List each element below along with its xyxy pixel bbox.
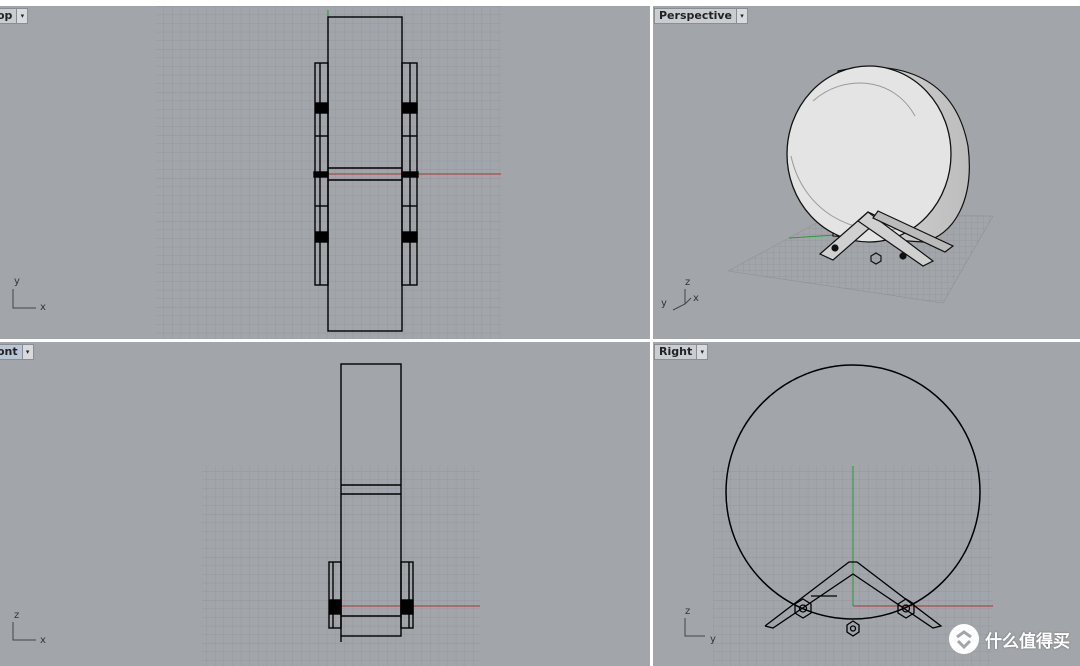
front-view-canvas: z x — [12, 363, 480, 666]
viewport-title: ont — [0, 345, 18, 358]
logo-icon — [949, 624, 979, 654]
site-watermark: 什么值得买 — [949, 624, 1070, 654]
perspective-view-canvas: z y x — [661, 65, 994, 311]
gnomon-y-label: y — [710, 634, 716, 645]
viewport-tab-right[interactable]: Right ▾ — [654, 344, 709, 360]
gnomon-z-label: z — [14, 610, 19, 621]
gnomon-x-label: x — [693, 293, 699, 304]
gnomon-z-label: z — [685, 277, 690, 288]
perspective-viewport[interactable]: z y x Perspective ▾ — [653, 6, 1080, 339]
top-axis-gnomon — [12, 289, 36, 309]
front-axis-gnomon — [12, 622, 36, 641]
gnomon-x-label: x — [40, 635, 46, 646]
viewport-tab-top[interactable]: op ▾ — [0, 8, 29, 24]
chevron-down-icon[interactable]: ▾ — [736, 9, 748, 23]
viewport-title: Perspective — [659, 9, 733, 22]
gnomon-z-label: z — [685, 606, 690, 617]
right-view-canvas: z y — [684, 364, 993, 666]
viewport-tab-front[interactable]: ont ▾ — [0, 344, 34, 360]
gnomon-x-label: x — [40, 302, 46, 313]
viewport-title: Right — [659, 345, 693, 358]
viewport-tab-perspective[interactable]: Perspective ▾ — [654, 8, 749, 24]
chevron-down-icon[interactable]: ▾ — [21, 345, 33, 359]
gnomon-y-label: y — [661, 298, 667, 309]
chevron-down-icon[interactable]: ▾ — [16, 9, 28, 23]
gnomon-y-label: y — [14, 276, 20, 287]
watermark-text: 什么值得买 — [985, 631, 1070, 652]
front-viewport[interactable]: z x ont ▾ — [0, 342, 650, 666]
right-axis-gnomon — [684, 618, 705, 637]
viewport-title: op — [0, 9, 13, 22]
top-viewport[interactable]: y x op ▾ — [0, 6, 650, 339]
right-viewport[interactable]: z y Right ▾ — [653, 342, 1080, 666]
persp-axis-gnomon — [672, 289, 692, 311]
top-view-canvas: y x — [12, 6, 501, 339]
chevron-down-icon[interactable]: ▾ — [696, 345, 708, 359]
